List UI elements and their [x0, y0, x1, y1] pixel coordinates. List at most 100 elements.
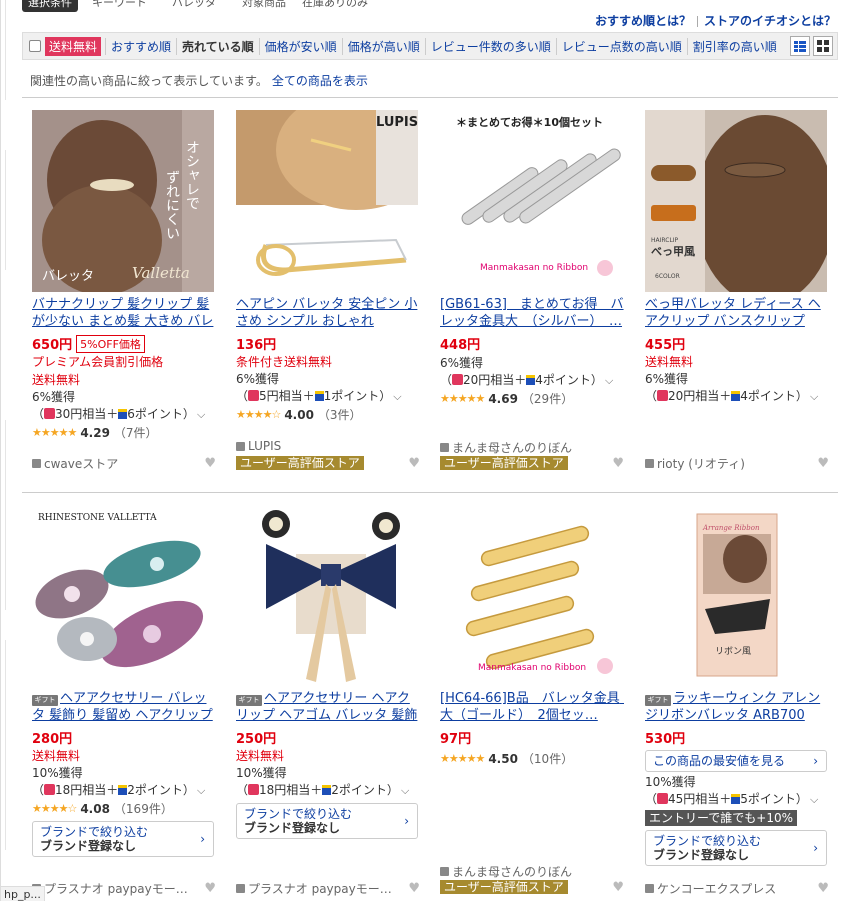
free-shipping-checkbox[interactable]: [29, 40, 41, 52]
product-card[interactable]: ギフトヘアアクセサリー ヘアクリップ ヘアゴム バレッタ 髪飾り… 250円 送…: [236, 504, 420, 839]
product-card[interactable]: オシャレで ずれにくい バレッタ Valletta バナナクリップ 髪クリップ …: [32, 110, 216, 443]
rating[interactable]: ★★★★★ 4.50 （10件）: [440, 749, 624, 769]
chevron-right-icon: ›: [404, 814, 409, 828]
sort-price-high[interactable]: 価格が高い順: [341, 37, 425, 55]
points-detail[interactable]: （ 45円相当＋ 5ポイント） ⌵: [645, 791, 829, 808]
sort-recommended[interactable]: おすすめ順: [105, 37, 176, 55]
filter-tag: 選択条件: [22, 0, 78, 12]
product-image[interactable]: Arrange Ribbon リボン風: [645, 504, 827, 686]
sort-best-selling[interactable]: 売れている順: [176, 37, 259, 55]
paypay-points: 18円相当＋: [55, 783, 119, 797]
heart-icon[interactable]: ♥: [817, 456, 829, 471]
heart-icon[interactable]: ♥: [612, 456, 624, 471]
product-image[interactable]: ＊まとめてお得＊10個セット Manmakasan no Ribbon: [440, 110, 622, 292]
tpoint-icon: [731, 794, 741, 804]
product-image[interactable]: HAIRCLIP べっ甲風 6COLOR: [645, 110, 827, 292]
product-card[interactable]: Arrange Ribbon リボン風 ギフト ラッキーウィンク アレンジリボンバ…: [645, 504, 829, 866]
sort-review-score[interactable]: レビュー点数の高い順: [555, 37, 687, 55]
store-pick-help-link[interactable]: ストアのイチオシとは？: [704, 14, 836, 28]
store-name[interactable]: LUPIS: [248, 439, 281, 453]
product-image[interactable]: Manmakasan no Ribbon: [440, 504, 622, 686]
product-image[interactable]: オシャレで ずれにくい バレッタ Valletta: [32, 110, 214, 292]
sort-price-low[interactable]: 価格が安い順: [258, 37, 342, 55]
list-view-button[interactable]: [790, 36, 810, 56]
rating[interactable]: ★★★★☆ 4.00 （3件）: [236, 405, 420, 425]
rating[interactable]: ★★★★★ 4.69 （29件）: [440, 389, 624, 409]
product-title[interactable]: [GB61-63] まとめてお得 バレッタ金具大 （シルバー） …: [440, 296, 624, 330]
store-badge-row: ユーザー高評価ストア ♥: [440, 880, 624, 895]
product-card[interactable]: ＊まとめてお得＊10個セット Manmakasan no Ribbon [GB6…: [440, 110, 624, 409]
product-title[interactable]: べっ甲バレッタ レディース ヘアクリップ バンスクリップ ヘ…: [645, 296, 829, 330]
free-shipping-badge[interactable]: 送料無料: [45, 36, 102, 56]
brand-filter-button[interactable]: ブランドで絞り込む ブランド登録なし ›: [236, 803, 418, 839]
price: 280円: [32, 732, 73, 747]
product-card[interactable]: LUPIS ヘアピン バレッタ 安全ピン 小さめ シンプル おしゃれ 136円 …: [236, 110, 420, 425]
paypay-icon: [657, 390, 669, 401]
list-view-icon: [794, 40, 806, 52]
help-links: おすすめ順とは？ ストアのイチオシとは？: [595, 12, 836, 29]
product-title-text: ヘアアクセサリー バレッタ 髪飾り 髪留め ヘアクリップ ラ…: [32, 691, 213, 723]
recommend-order-help-link[interactable]: おすすめ順とは？: [595, 14, 691, 28]
shop-icon: [645, 884, 654, 893]
store-name[interactable]: プラスナオ paypayモー…: [44, 880, 188, 897]
product-title[interactable]: ギフトヘアアクセサリー ヘアクリップ ヘアゴム バレッタ 髪飾り…: [236, 690, 420, 724]
store-name[interactable]: ケンコーエクスプレス: [657, 880, 776, 897]
brand-filter-label: ブランドで絞り込む: [40, 825, 149, 839]
product-image[interactable]: RHINESTONE VALLETTA: [32, 504, 214, 686]
image-text: べっ甲風: [651, 245, 695, 258]
store-name[interactable]: まんま母さんのりぼん: [452, 439, 572, 456]
star-rating-icon: ★★★★☆: [236, 408, 281, 421]
product-title[interactable]: [HC64-66]B品 バレッタ金具 大（ゴールド） 2個セッ…: [440, 690, 624, 724]
heart-icon[interactable]: ♥: [612, 880, 624, 895]
sort-discount-rate[interactable]: 割引率の高い順: [686, 37, 782, 55]
points-detail[interactable]: （ 18円相当＋ 2ポイント） ⌵: [32, 782, 216, 799]
points-detail[interactable]: （ 18円相当＋ 2ポイント） ⌵: [236, 782, 420, 799]
high-rated-store-badge: ユーザー高評価ストア: [440, 456, 568, 470]
product-title[interactable]: ギフトラッキーウィンク アレンジリボンバレッタ ARB700 (ゆ…: [645, 690, 829, 724]
heart-icon[interactable]: ♥: [408, 881, 420, 896]
product-card[interactable]: RHINESTONE VALLETTA ギフト ヘアアクセサリー バレッタ 髪飾り…: [32, 504, 216, 857]
product-image[interactable]: LUPIS: [236, 110, 418, 292]
heart-icon[interactable]: ♥: [817, 881, 829, 896]
points-detail[interactable]: （ 30円相当＋ 6ポイント） ⌵: [32, 406, 216, 423]
product-title[interactable]: ヘアピン バレッタ 安全ピン 小さめ シンプル おしゃれ: [236, 296, 420, 330]
brand-filter-button[interactable]: ブランドで絞り込む ブランド登録なし ›: [645, 830, 827, 866]
store-row: LUPIS: [236, 439, 420, 453]
star-rating-icon: ★★★★★: [440, 392, 485, 405]
store-name[interactable]: プラスナオ paypayモー…: [248, 880, 392, 897]
heart-icon[interactable]: ♥: [204, 456, 216, 471]
points-rate: 10%獲得: [32, 766, 83, 780]
product-card[interactable]: Manmakasan no Ribbon [HC64-66]B品 バレッタ金具 …: [440, 504, 624, 769]
grid-view-button[interactable]: [813, 36, 833, 56]
rating-value: 4.29: [80, 426, 110, 440]
store-name[interactable]: rioty (リオティ): [657, 455, 745, 472]
filter-fragment[interactable]: 在庫ありのみ: [302, 0, 368, 10]
free-shipping-text: 送料無料: [236, 749, 285, 763]
image-text: Arrange Ribbon: [702, 524, 760, 532]
t-points: 4ポイント）: [740, 389, 808, 403]
product-title[interactable]: ギフトヘアアクセサリー バレッタ 髪飾り 髪留め ヘアクリップ ラ…: [32, 690, 216, 724]
product-image[interactable]: [236, 504, 418, 686]
store-name[interactable]: cwaveストア: [44, 455, 118, 472]
show-all-link[interactable]: 全ての商品を表示: [272, 74, 368, 88]
filter-fragment[interactable]: バレッタ: [172, 0, 216, 10]
lowest-price-button[interactable]: この商品の最安値を見る ›: [645, 750, 827, 772]
entry-bonus-badge[interactable]: エントリーで誰でも+10%: [645, 810, 798, 826]
brand-filter-button[interactable]: ブランドで絞り込む ブランド登録なし ›: [32, 821, 214, 857]
rating[interactable]: ★★★★★ 4.29 （7件）: [32, 423, 216, 443]
points-detail[interactable]: （ 20円相当＋ 4ポイント） ⌵: [645, 388, 829, 405]
rating[interactable]: ★★★★☆ 4.08 （169件）: [32, 799, 216, 819]
product-title[interactable]: バナナクリップ 髪クリップ 髪が少ない まとめ髪 大きめ バレッタ: [32, 296, 216, 330]
chevron-down-icon: ⌵: [809, 390, 819, 403]
paypay-icon: [44, 408, 56, 419]
shop-icon: [236, 441, 245, 451]
points-detail[interactable]: （ 5円相当＋ 1ポイント） ⌵: [236, 388, 420, 405]
heart-icon[interactable]: ♥: [408, 456, 420, 471]
heart-icon[interactable]: ♥: [204, 881, 216, 896]
product-card[interactable]: HAIRCLIP べっ甲風 6COLOR べっ甲バレッタ レディース ヘアクリッ…: [645, 110, 829, 405]
price: 455円: [645, 338, 686, 353]
store-name[interactable]: まんま母さんのりぼん: [452, 863, 572, 880]
paypay-points: 30円相当＋: [55, 407, 119, 421]
sort-review-count[interactable]: レビュー件数の多い順: [424, 37, 556, 55]
points-detail[interactable]: （ 20円相当＋ 4ポイント） ⌵: [440, 372, 624, 389]
